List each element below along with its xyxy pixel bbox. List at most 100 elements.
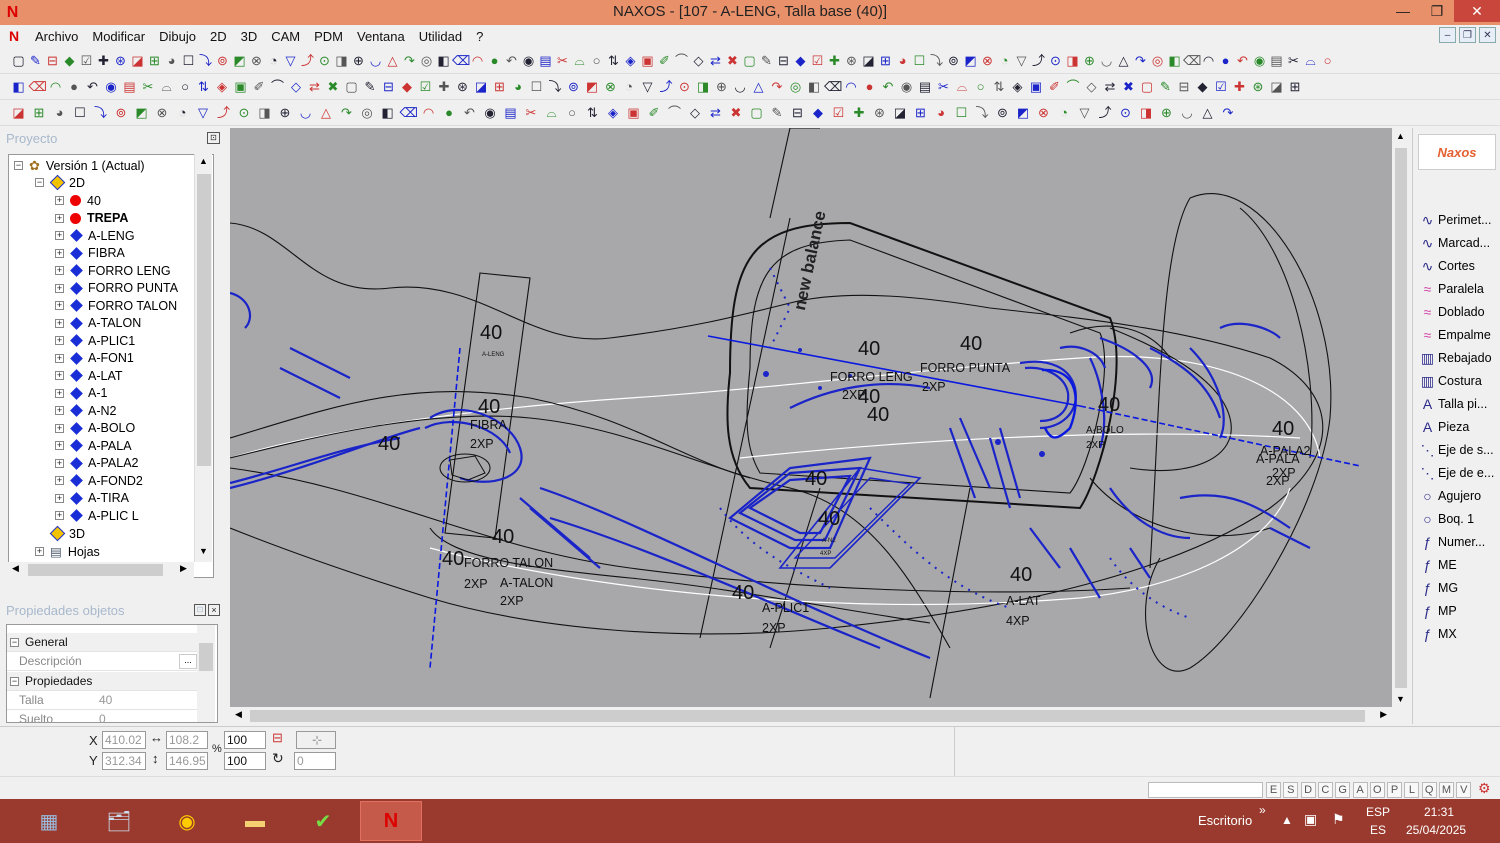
toolbar-tool-icon[interactable]: ▽ <box>1013 53 1030 69</box>
toolbar-tool-icon[interactable]: ⊕ <box>350 53 367 69</box>
toolbar-tool-icon[interactable]: ⌫ <box>29 79 47 95</box>
scroll-thumb[interactable] <box>28 564 163 576</box>
clock-time[interactable]: 21:31 <box>1424 805 1454 819</box>
scroll-down-icon[interactable]: ▼ <box>199 546 208 556</box>
desktop-label[interactable]: Escritorio <box>1198 813 1252 828</box>
settings-icon[interactable]: ⚙ <box>1478 780 1491 797</box>
tree-layer[interactable]: + FORRO LENG <box>55 262 171 279</box>
toolbar-tool-icon[interactable]: ↷ <box>338 105 355 121</box>
toolbar-tool-icon[interactable]: ○ <box>564 105 581 121</box>
clock-date[interactable]: 25/04/2025 <box>1406 823 1466 837</box>
tree-layer[interactable]: + A-PALA <box>55 437 132 454</box>
tool-eje-de-s[interactable]: ⋱ Eje de s... <box>1417 440 1494 460</box>
toolbar-tool-icon[interactable]: ◈ <box>214 79 231 95</box>
menu-archivo[interactable]: Archivo <box>28 29 85 44</box>
scroll-up-icon[interactable]: ▲ <box>1396 131 1405 141</box>
toolbar-tool-icon[interactable]: ◉ <box>898 79 915 95</box>
toolbar-tool-icon[interactable]: ✖ <box>724 53 741 69</box>
toolbar-tool-icon[interactable]: ⊙ <box>236 105 253 121</box>
language-primary[interactable]: ESP <box>1366 805 1390 819</box>
toolbar-tool-icon[interactable]: ◆ <box>399 79 416 95</box>
close-icon[interactable]: × <box>208 604 220 616</box>
toolbar-tool-icon[interactable]: ● <box>66 79 83 95</box>
toolbar-tool-icon[interactable]: ✚ <box>95 53 112 69</box>
toolbar-tool-icon[interactable]: ⊗ <box>1035 105 1052 121</box>
pin-icon[interactable]: ⊡ <box>207 132 220 144</box>
close-button[interactable]: ✕ <box>1454 0 1500 22</box>
toolbar-tool-icon[interactable]: ◔ <box>174 105 191 121</box>
chrome-icon[interactable]: ◉ <box>156 801 218 841</box>
toolbar-tool-icon[interactable]: ◉ <box>1251 53 1268 69</box>
naxos-taskbar-icon[interactable]: N <box>360 801 422 841</box>
toolbar-tool-icon[interactable]: ⇅ <box>605 53 622 69</box>
tree-layer[interactable]: +40 <box>55 192 101 209</box>
overflow-icon[interactable]: » <box>1259 803 1266 817</box>
tree-layer[interactable]: + A-PLIC L <box>55 507 139 524</box>
expand-icon[interactable]: + <box>55 458 64 468</box>
expand-icon[interactable]: + <box>55 301 64 310</box>
prop-descripcion[interactable]: Descripción... <box>7 652 197 671</box>
toolbar-tool-icon[interactable]: ⤵ <box>928 53 945 69</box>
toolbar-tool-icon[interactable]: ◧ <box>806 79 823 95</box>
prop-category-propiedades[interactable]: − Propiedades <box>7 672 197 691</box>
toolbar-tool-icon[interactable]: ◆ <box>792 53 809 69</box>
maximize-button[interactable]: ❐ <box>1420 0 1454 22</box>
tool-mx[interactable]: ƒ MX <box>1417 624 1457 644</box>
toolbar-tool-icon[interactable]: ◩ <box>1015 105 1032 121</box>
toolbar-tool-icon[interactable]: ✐ <box>646 105 663 121</box>
toolbar-tool-icon[interactable]: ◉ <box>103 79 120 95</box>
tool-empalme[interactable]: ≈ Empalme <box>1417 325 1491 345</box>
status-key-e[interactable]: E <box>1266 782 1281 798</box>
toolbar-tool-icon[interactable]: ⌒ <box>666 105 683 121</box>
toolbar-tool-icon[interactable]: ▤ <box>1268 53 1285 69</box>
toolbar-tool-icon[interactable]: ⊛ <box>843 53 860 69</box>
toolbar-tool-icon[interactable]: ✎ <box>1157 79 1174 95</box>
toolbar-tool-icon[interactable]: ⇄ <box>707 53 724 69</box>
status-key-g[interactable]: G <box>1335 782 1351 798</box>
toolbar-tool-icon[interactable]: ⊟ <box>775 53 792 69</box>
scale-x-field[interactable]: 100 <box>224 731 266 749</box>
toolbar-tool-icon[interactable]: ✂ <box>1285 53 1302 69</box>
toolbar-tool-icon[interactable]: ⊕ <box>1081 53 1098 69</box>
toolbar-tool-icon[interactable]: ↶ <box>84 79 101 95</box>
toolbar-tool-icon[interactable]: ⊗ <box>979 53 996 69</box>
prop-talla[interactable]: Talla 40 <box>7 691 197 710</box>
expand-icon[interactable]: + <box>55 406 64 415</box>
status-key-s[interactable]: S <box>1283 782 1299 798</box>
toolbar-tool-icon[interactable]: ⊟ <box>380 79 397 95</box>
toolbar-tool-icon[interactable]: ⤴ <box>1097 105 1114 121</box>
toolbar-tool-icon[interactable]: ⊛ <box>1250 79 1267 95</box>
height-field[interactable]: 146.95 <box>166 752 208 770</box>
toolbar-tool-icon[interactable]: ▢ <box>10 53 27 69</box>
canvas-horizontal-scrollbar[interactable]: ◀ ▶ <box>230 707 1392 725</box>
toolbar-tool-icon[interactable]: ▢ <box>343 79 360 95</box>
tool-eje-de-e[interactable]: ⋱ Eje de e... <box>1417 463 1495 483</box>
status-key-q[interactable]: Q <box>1421 782 1437 798</box>
toolbar-tool-icon[interactable]: ◡ <box>297 105 314 121</box>
tool-rebajado[interactable]: ▥ Rebajado <box>1417 348 1492 368</box>
expand-icon[interactable]: + <box>55 318 64 328</box>
toolbar-tool-icon[interactable]: ✐ <box>656 53 673 69</box>
drawing-canvas[interactable]: 40 A-LENG 40 FIBRA 2XP 40 40 FORRO TALON 2XP A-TA… <box>230 128 1392 707</box>
expand-icon[interactable]: + <box>35 547 44 556</box>
toolbar-tool-icon[interactable]: ⌒ <box>673 53 690 69</box>
tool-costura[interactable]: ▥ Costura <box>1417 371 1482 391</box>
toolbar-tool-icon[interactable]: ↷ <box>401 53 418 69</box>
toolbar-tool-icon[interactable]: ✖ <box>325 79 342 95</box>
toolbar-tool-icon[interactable]: ◡ <box>732 79 749 95</box>
toolbar-tool-icon[interactable]: ◩ <box>584 79 601 95</box>
toolbar-tool-icon[interactable]: ◆ <box>1194 79 1211 95</box>
toolbar-tool-icon[interactable]: ⇅ <box>195 79 212 95</box>
status-key-v[interactable]: V <box>1456 782 1472 798</box>
expand-icon[interactable]: + <box>55 371 64 380</box>
toolbar-tool-icon[interactable]: ⊕ <box>1158 105 1175 121</box>
toolbar-tool-icon[interactable]: ✎ <box>769 105 786 121</box>
toolbar-tool-icon[interactable]: ⊗ <box>154 105 171 121</box>
toolbar-tool-icon[interactable]: ▤ <box>121 79 138 95</box>
toolbar-tool-icon[interactable]: ◡ <box>367 53 384 69</box>
toolbar-tool-icon[interactable]: ✚ <box>826 53 843 69</box>
menu-help[interactable]: ? <box>469 29 490 44</box>
toolbar-tool-icon[interactable]: ⊚ <box>994 105 1011 121</box>
toolbar-tool-icon[interactable]: ◪ <box>10 105 27 121</box>
toolbar-tool-icon[interactable]: ◡ <box>1179 105 1196 121</box>
